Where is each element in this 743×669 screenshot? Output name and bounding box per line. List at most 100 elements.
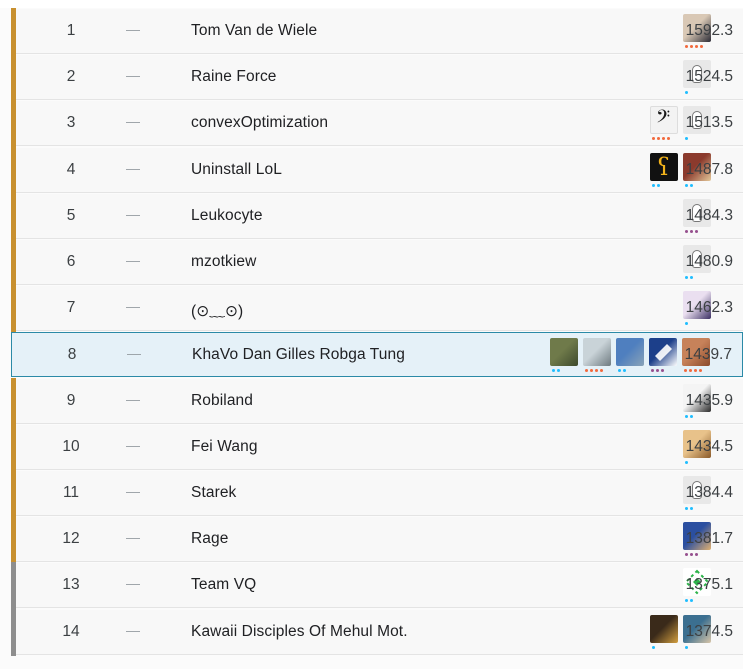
tier-dot <box>590 369 593 373</box>
tier-dot <box>552 369 555 373</box>
leaderboard-row[interactable]: 8 — KhaVo Dan Gilles Robga Tung 1439.7 <box>11 332 743 378</box>
tier-dot <box>690 414 693 418</box>
leaderboard-row[interactable]: 14 — Kawaii Disciples Of Mehul Mot. 1374.5 <box>11 608 743 656</box>
leaderboard-row[interactable]: 10 — Fei Wang 1434.5 <box>11 423 743 471</box>
tier-dot <box>690 599 693 603</box>
rank-number: 14 <box>62 622 80 640</box>
medal-tier-bar <box>11 377 16 425</box>
tier-dot <box>685 414 688 418</box>
tier-dot <box>557 369 560 373</box>
tier-dot <box>652 137 655 141</box>
rank-change-indicator: — <box>126 205 140 222</box>
tier-dot <box>657 137 660 141</box>
tier-dot <box>685 45 688 48</box>
tier-dot <box>656 369 659 373</box>
tier-dots <box>685 507 693 511</box>
medal-tier-bar <box>11 54 16 102</box>
score-value: 1484.3 <box>685 206 733 224</box>
score-value: 1381.7 <box>685 530 733 548</box>
score-value: 1384.4 <box>685 484 733 501</box>
coast-photo-icon[interactable] <box>616 338 644 367</box>
medal-tier-bar <box>11 8 16 55</box>
team-name-link[interactable]: Robiland <box>191 392 253 410</box>
rank-number: 1 <box>66 22 76 39</box>
person-photo-icon[interactable] <box>583 338 611 367</box>
leaderboard-row[interactable]: 3 — convexOptimization 𝄢 1513.5 <box>11 100 743 148</box>
score-value: 1439.7 <box>684 346 732 364</box>
tier-dots <box>585 369 603 373</box>
tier-dot <box>695 553 698 557</box>
score-value: 1480.9 <box>685 253 733 270</box>
rank-number: 6 <box>66 253 76 270</box>
tier-dot <box>700 45 703 48</box>
leaderboard-row[interactable]: 13 — Team VQ 1375.1 <box>11 562 743 610</box>
leaderboard-row[interactable]: 2 — Raine Force 1524.5 <box>11 54 743 102</box>
tier-dot <box>651 369 654 373</box>
score-value: 1462.3 <box>685 299 733 317</box>
bass-clef-icon[interactable]: 𝄢 <box>650 106 678 135</box>
team-name-link[interactable]: (⊙﹏⊙) <box>191 299 243 321</box>
rank-change-indicator: — <box>126 113 140 130</box>
tier-dot <box>695 229 698 233</box>
tier-dot <box>661 369 664 373</box>
team-name-link[interactable]: KhaVo Dan Gilles Robga Tung <box>192 346 405 364</box>
team-name-link[interactable]: Team VQ <box>191 576 256 594</box>
team-name-link[interactable]: mzotkiew <box>191 253 256 271</box>
book-logo-icon[interactable] <box>649 338 677 367</box>
leaderboard: 1 — Tom Van de Wiele 1592.3 2 — Raine Force 152… <box>0 0 743 669</box>
tier-dot <box>585 369 588 373</box>
rank-number: 3 <box>66 114 76 132</box>
rank-change-indicator: — <box>126 483 140 499</box>
tier-dot <box>652 645 655 649</box>
rank-number: 7 <box>66 299 76 317</box>
anime-avatar-icon[interactable] <box>650 614 678 643</box>
rank-change-indicator: — <box>126 21 140 37</box>
team-name-link[interactable]: Kawaii Disciples Of Mehul Mot. <box>191 623 408 641</box>
rank-number: 8 <box>67 346 77 364</box>
tier-dots <box>685 276 693 280</box>
rank-change-indicator: — <box>126 159 140 176</box>
rank-change-indicator: — <box>127 345 141 362</box>
tier-dot <box>685 276 688 279</box>
leaderboard-row[interactable]: 11 — Starek 1384.4 <box>11 470 743 517</box>
leaderboard-row[interactable]: 12 — Rage 1381.7 <box>11 516 743 564</box>
tier-dot <box>662 137 665 141</box>
tier-dots <box>685 322 688 326</box>
tier-dot <box>652 183 655 187</box>
leaderboard-row[interactable]: 5 — Leukocyte 1484.3 <box>11 192 743 240</box>
team-name-link[interactable]: Tom Van de Wiele <box>191 22 317 40</box>
team-name-link[interactable]: Starek <box>191 484 236 502</box>
tier-dot <box>685 645 688 649</box>
tier-dot <box>699 369 702 373</box>
tier-dot <box>695 45 698 48</box>
leaderboard-row[interactable]: 7 — (⊙﹏⊙) 1462.3 <box>11 285 743 333</box>
tier-dot <box>685 322 688 326</box>
leaderboard-row[interactable]: 9 — Robiland 1435.9 <box>11 377 743 425</box>
score-value: 1524.5 <box>685 68 733 86</box>
leaderboard-row[interactable]: 1 — Tom Van de Wiele 1592.3 <box>11 8 743 55</box>
tier-dots <box>652 137 670 141</box>
rank-number: 13 <box>62 576 80 594</box>
rank-number: 4 <box>66 160 76 178</box>
leaderboard-row[interactable]: 6 — mzotkiew 1480.9 <box>11 239 743 286</box>
rank-number: 9 <box>66 391 76 409</box>
team-name-link[interactable]: Fei Wang <box>191 438 258 456</box>
team-name-link[interactable]: Leukocyte <box>191 207 263 225</box>
medal-tier-bar <box>11 470 16 517</box>
score-value: 1375.1 <box>685 576 733 594</box>
landscape-photo-icon[interactable] <box>550 338 578 367</box>
leaderboard-row[interactable]: 4 — Uninstall LoL ʕ 1487.8 <box>11 146 743 194</box>
tier-dot <box>689 369 692 373</box>
team-name-link[interactable]: convexOptimization <box>191 114 328 132</box>
rank-change-indicator: — <box>126 529 140 546</box>
team-name-link[interactable]: Uninstall LoL <box>191 161 282 179</box>
tier-dots <box>685 91 688 95</box>
medal-tier-bar <box>11 192 16 240</box>
team-name-link[interactable]: Rage <box>191 530 228 548</box>
team-name-link[interactable]: Raine Force <box>191 68 277 86</box>
tier-dots <box>685 553 698 557</box>
snake-glyph-icon[interactable]: ʕ <box>650 152 678 181</box>
medal-tier-bar <box>11 285 16 333</box>
rank-change-indicator: — <box>126 436 140 453</box>
tier-dot <box>667 137 670 141</box>
